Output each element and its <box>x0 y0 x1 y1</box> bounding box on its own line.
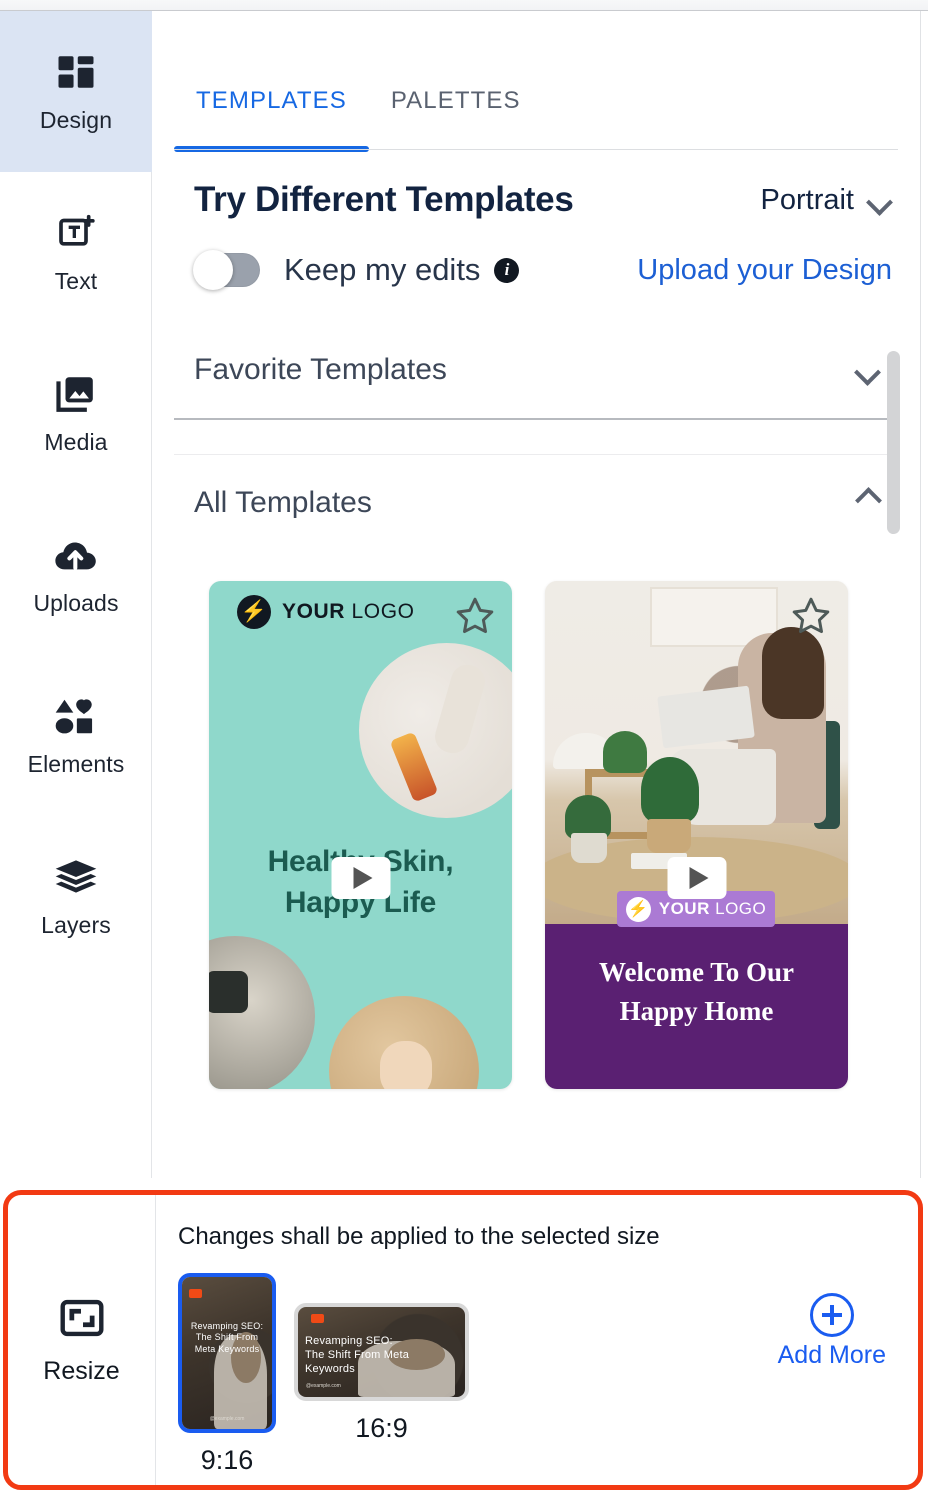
star-outline-icon[interactable] <box>790 595 832 642</box>
template-photo-circle <box>329 996 479 1089</box>
chevron-down-icon <box>856 363 880 377</box>
shapes-icon <box>53 693 99 739</box>
keep-my-edits-label: Keep my edits <box>284 252 481 287</box>
section-title: Favorite Templates <box>194 353 447 386</box>
headline-line-2: Happy Home <box>619 996 774 1027</box>
template-photo-circle <box>209 936 315 1089</box>
logo-light-text: LOGO <box>351 600 415 623</box>
resize-note: Changes shall be applied to the selected… <box>178 1223 660 1250</box>
play-icon[interactable] <box>331 857 390 899</box>
keep-my-edits-toggle[interactable] <box>193 250 260 290</box>
add-more-label: Add More <box>777 1341 886 1369</box>
sidebar-item-label: Elements <box>27 751 125 777</box>
text-add-icon <box>53 210 99 256</box>
orientation-value: Portrait <box>760 183 854 216</box>
thumbnail-title: Revamping SEO: The Shift From Meta Keywo… <box>305 1335 410 1375</box>
sidebar-item-label: Uploads <box>33 590 119 616</box>
tab-palettes[interactable]: PALETTES <box>369 87 543 150</box>
grid-icon <box>53 49 99 95</box>
sidebar-item-elements[interactable]: Elements <box>0 655 152 816</box>
sidebar-item-media[interactable]: Media <box>0 333 152 494</box>
plus-circle-icon <box>809 1293 854 1337</box>
section-title: All Templates <box>194 486 372 519</box>
logo-light-text: LOGO <box>715 899 767 918</box>
thumbnail-url: @example.com <box>306 1383 341 1389</box>
template-grid: ⚡ YOUR LOGO Healthy Skin, Happy Life ⚡ Y… <box>152 551 920 1089</box>
panel-header-row: Try Different Templates Portrait <box>152 150 920 220</box>
add-more-button[interactable]: Add More <box>778 1293 886 1370</box>
size-ratio-label: 16:9 <box>355 1413 408 1443</box>
resize-tool-label: Resize <box>43 1356 120 1385</box>
template-logo: ⚡ YOUR LOGO <box>237 595 415 629</box>
template-headline: Welcome To Our Happy Home <box>545 953 848 1031</box>
resize-content: Changes shall be applied to the selected… <box>156 1195 918 1485</box>
bolt-icon: ⚡ <box>625 896 651 922</box>
section-favorite-templates[interactable]: Favorite Templates <box>152 322 920 418</box>
image-icon <box>53 371 99 417</box>
resize-tool-button[interactable]: Resize <box>8 1195 156 1485</box>
section-all-templates[interactable]: All Templates <box>152 455 920 551</box>
sidebar-item-layers[interactable]: Layers <box>0 816 152 977</box>
layers-icon <box>53 854 99 900</box>
template-card-happy-home[interactable]: ⚡ YOUR LOGO Welcome To Our Happy Home <box>545 581 848 1089</box>
logo-bold-text: YOUR <box>282 600 346 623</box>
thumbnail-title: Revamping SEO: The Shift From Meta Keywo… <box>190 1321 264 1354</box>
template-photo-circle <box>359 643 512 818</box>
resize-icon <box>59 1295 105 1341</box>
panel-scrollbar[interactable] <box>887 351 900 534</box>
left-sidebar: Design Text Media Uploads Elements Layer… <box>0 11 152 1178</box>
toggle-knob <box>193 250 233 290</box>
size-option-9-16: Revamping SEO: The Shift From Meta Keywo… <box>178 1273 276 1476</box>
keep-edits-row: Keep my edits i Upload your Design <box>152 220 920 290</box>
play-icon[interactable] <box>667 857 726 899</box>
window-top-strip <box>0 0 928 11</box>
bolt-icon: ⚡ <box>237 595 271 629</box>
tab-templates[interactable]: TEMPLATES <box>174 87 369 152</box>
size-thumbnail[interactable]: Revamping SEO: The Shift From Meta Keywo… <box>294 1303 469 1401</box>
resize-panel: Resize Changes shall be applied to the s… <box>3 1190 923 1490</box>
app-root: Design Text Media Uploads Elements Layer… <box>0 0 928 1496</box>
template-card-healthy-skin[interactable]: ⚡ YOUR LOGO Healthy Skin, Happy Life <box>209 581 512 1089</box>
panel-tabs: TEMPLATES PALETTES <box>152 11 920 152</box>
cloud-upload-icon <box>53 532 99 578</box>
thumbnail-url: @example.com <box>209 1416 245 1422</box>
sidebar-item-label: Media <box>44 429 108 455</box>
orientation-dropdown[interactable]: Portrait <box>761 184 892 217</box>
size-option-16-9: Revamping SEO: The Shift From Meta Keywo… <box>294 1273 469 1444</box>
sidebar-item-uploads[interactable]: Uploads <box>0 494 152 655</box>
headline-line-1: Welcome To Our <box>599 957 794 987</box>
page-title: Try Different Templates <box>194 180 574 219</box>
thumbnail-logo-badge <box>311 1314 325 1324</box>
sidebar-item-label: Text <box>54 268 98 294</box>
upload-your-design-link[interactable]: Upload your Design <box>637 254 892 287</box>
size-ratio-label: 9:16 <box>200 1445 254 1475</box>
chevron-down-icon <box>868 193 892 207</box>
sidebar-item-text[interactable]: Text <box>0 172 152 333</box>
sidebar-item-design[interactable]: Design <box>0 11 152 172</box>
star-outline-icon[interactable] <box>454 595 496 642</box>
thumbnail-logo-badge <box>189 1289 203 1299</box>
templates-panel: TEMPLATES PALETTES Try Different Templat… <box>152 11 921 1178</box>
sidebar-item-label: Layers <box>41 912 111 938</box>
size-thumbnail[interactable]: Revamping SEO: The Shift From Meta Keywo… <box>178 1273 276 1433</box>
sidebar-item-label: Design <box>39 107 113 133</box>
chevron-up-icon <box>856 496 880 510</box>
logo-bold-text: YOUR <box>658 899 710 918</box>
info-icon[interactable]: i <box>494 257 520 283</box>
